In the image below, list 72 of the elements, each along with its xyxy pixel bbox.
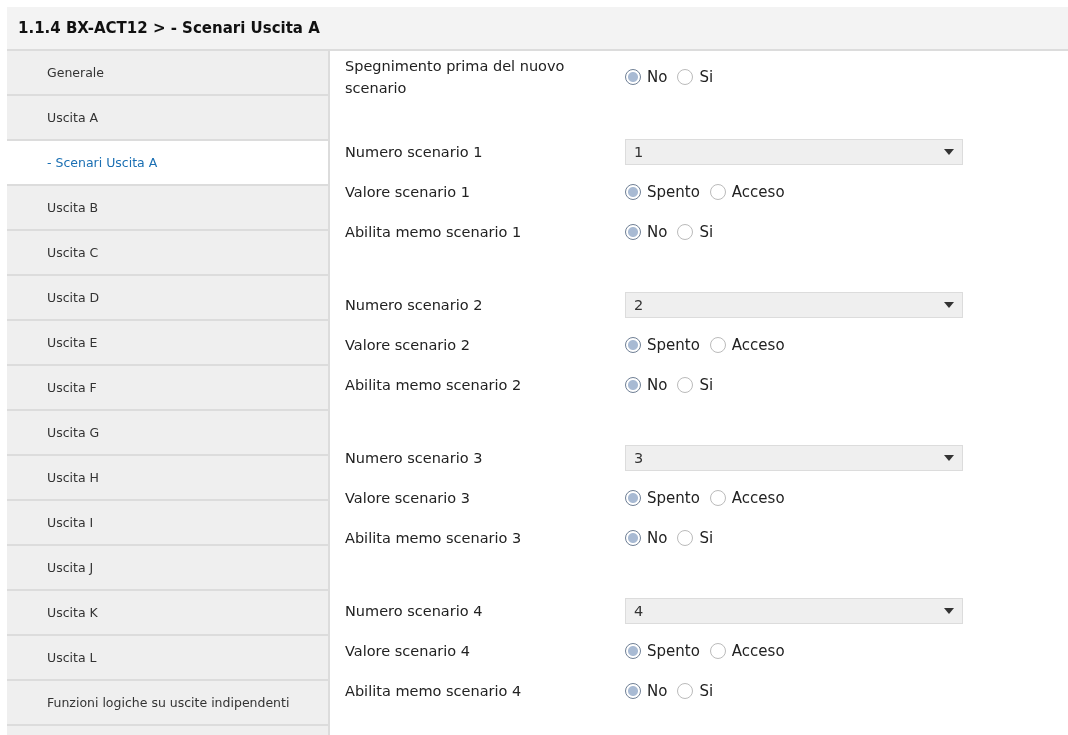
dropdown[interactable]: 4 — [625, 598, 963, 624]
radio-option[interactable]: Spento — [625, 336, 700, 354]
radio-option[interactable]: Acceso — [709, 642, 785, 660]
radio-button[interactable] — [625, 377, 641, 393]
parameter-label: Numero scenario 3 — [345, 449, 483, 468]
parameter-label: Valore scenario 2 — [345, 336, 470, 355]
radio-option[interactable]: Si — [677, 68, 714, 86]
radio-option[interactable]: No — [625, 68, 668, 86]
sidebar-item[interactable]: Uscita H — [7, 456, 328, 501]
parameter-label: Spegnimento prima del nuovo scenario — [345, 57, 566, 98]
sidebar-item[interactable]: Uscita B — [7, 186, 328, 231]
window-title: 1.1.4 BX-ACT12 > - Scenari Uscita A — [18, 19, 320, 37]
caret-icon — [944, 608, 954, 614]
radio-button[interactable] — [625, 530, 641, 546]
caret-icon — [944, 149, 954, 155]
sidebar-item[interactable]: Uscita E — [7, 321, 328, 366]
radio-option[interactable]: Spento — [625, 642, 700, 660]
parameter-label: Abilita memo scenario 4 — [345, 682, 522, 701]
radio-option[interactable]: Acceso — [709, 489, 785, 507]
sidebar-item[interactable]: Uscita J — [7, 546, 328, 591]
radio-option[interactable]: Si — [677, 376, 714, 394]
radio-button[interactable] — [709, 184, 726, 200]
radio-button[interactable] — [625, 683, 641, 699]
radio-option[interactable]: Acceso — [709, 336, 785, 354]
sidebar-item[interactable]: Uscita I — [7, 501, 328, 546]
radio-button[interactable] — [625, 69, 641, 85]
sidebar-item[interactable]: Uscita D — [7, 276, 328, 321]
dropdown[interactable]: 3 — [625, 445, 963, 471]
radio-option[interactable]: No — [625, 682, 668, 700]
caret-icon — [944, 455, 954, 461]
radio-option[interactable]: Si — [677, 682, 714, 700]
radio-button[interactable] — [677, 224, 694, 240]
sidebar-item[interactable]: Uscita F — [7, 366, 328, 411]
radio-button[interactable] — [709, 643, 726, 659]
parameter-label: Abilita memo scenario 3 — [345, 529, 522, 548]
radio-option[interactable]: No — [625, 529, 668, 547]
caret-icon — [944, 302, 954, 308]
sidebar-item[interactable]: Uscita C — [7, 231, 328, 276]
parameter-label: Valore scenario 4 — [345, 642, 470, 661]
radio-button[interactable] — [625, 224, 641, 240]
radio-option[interactable]: No — [625, 223, 668, 241]
parameter-label: Valore scenario 1 — [345, 183, 470, 202]
sidebar-item[interactable]: Funzioni logiche su uscite indipendenti — [7, 681, 328, 726]
radio-button[interactable] — [677, 683, 694, 699]
parameter-label: Valore scenario 3 — [345, 489, 470, 508]
radio-button[interactable] — [625, 184, 641, 200]
radio-option[interactable]: No — [625, 376, 668, 394]
radio-button[interactable] — [709, 490, 726, 506]
parameter-label: Abilita memo scenario 1 — [345, 223, 522, 242]
radio-button[interactable] — [677, 530, 694, 546]
parameter-label: Abilita memo scenario 2 — [345, 376, 522, 395]
parameter-label: Numero scenario 4 — [345, 602, 483, 621]
radio-button[interactable] — [677, 377, 694, 393]
radio-button[interactable] — [625, 337, 641, 353]
radio-option[interactable]: Si — [677, 529, 714, 547]
radio-button[interactable] — [625, 490, 641, 506]
radio-button[interactable] — [677, 69, 694, 85]
radio-option[interactable]: Spento — [625, 183, 700, 201]
sidebar-item[interactable]: Uscita G — [7, 411, 328, 456]
radio-option[interactable]: Si — [677, 223, 714, 241]
dropdown[interactable]: 1 — [625, 139, 963, 165]
radio-button[interactable] — [625, 643, 641, 659]
sidebar-item[interactable]: Uscita L — [7, 636, 328, 681]
radio-button[interactable] — [709, 337, 726, 353]
sidebar-item[interactable]: Generale — [7, 51, 328, 96]
radio-option[interactable]: Spento — [625, 489, 700, 507]
parameter-label: Numero scenario 2 — [345, 296, 483, 315]
radio-option[interactable]: Acceso — [709, 183, 785, 201]
sidebar-item[interactable]: Uscita K — [7, 591, 328, 636]
sidebar-item[interactable]: - Scenari Uscita A — [7, 141, 328, 186]
dropdown[interactable]: 2 — [625, 292, 963, 318]
parameter-label: Numero scenario 1 — [345, 143, 483, 162]
